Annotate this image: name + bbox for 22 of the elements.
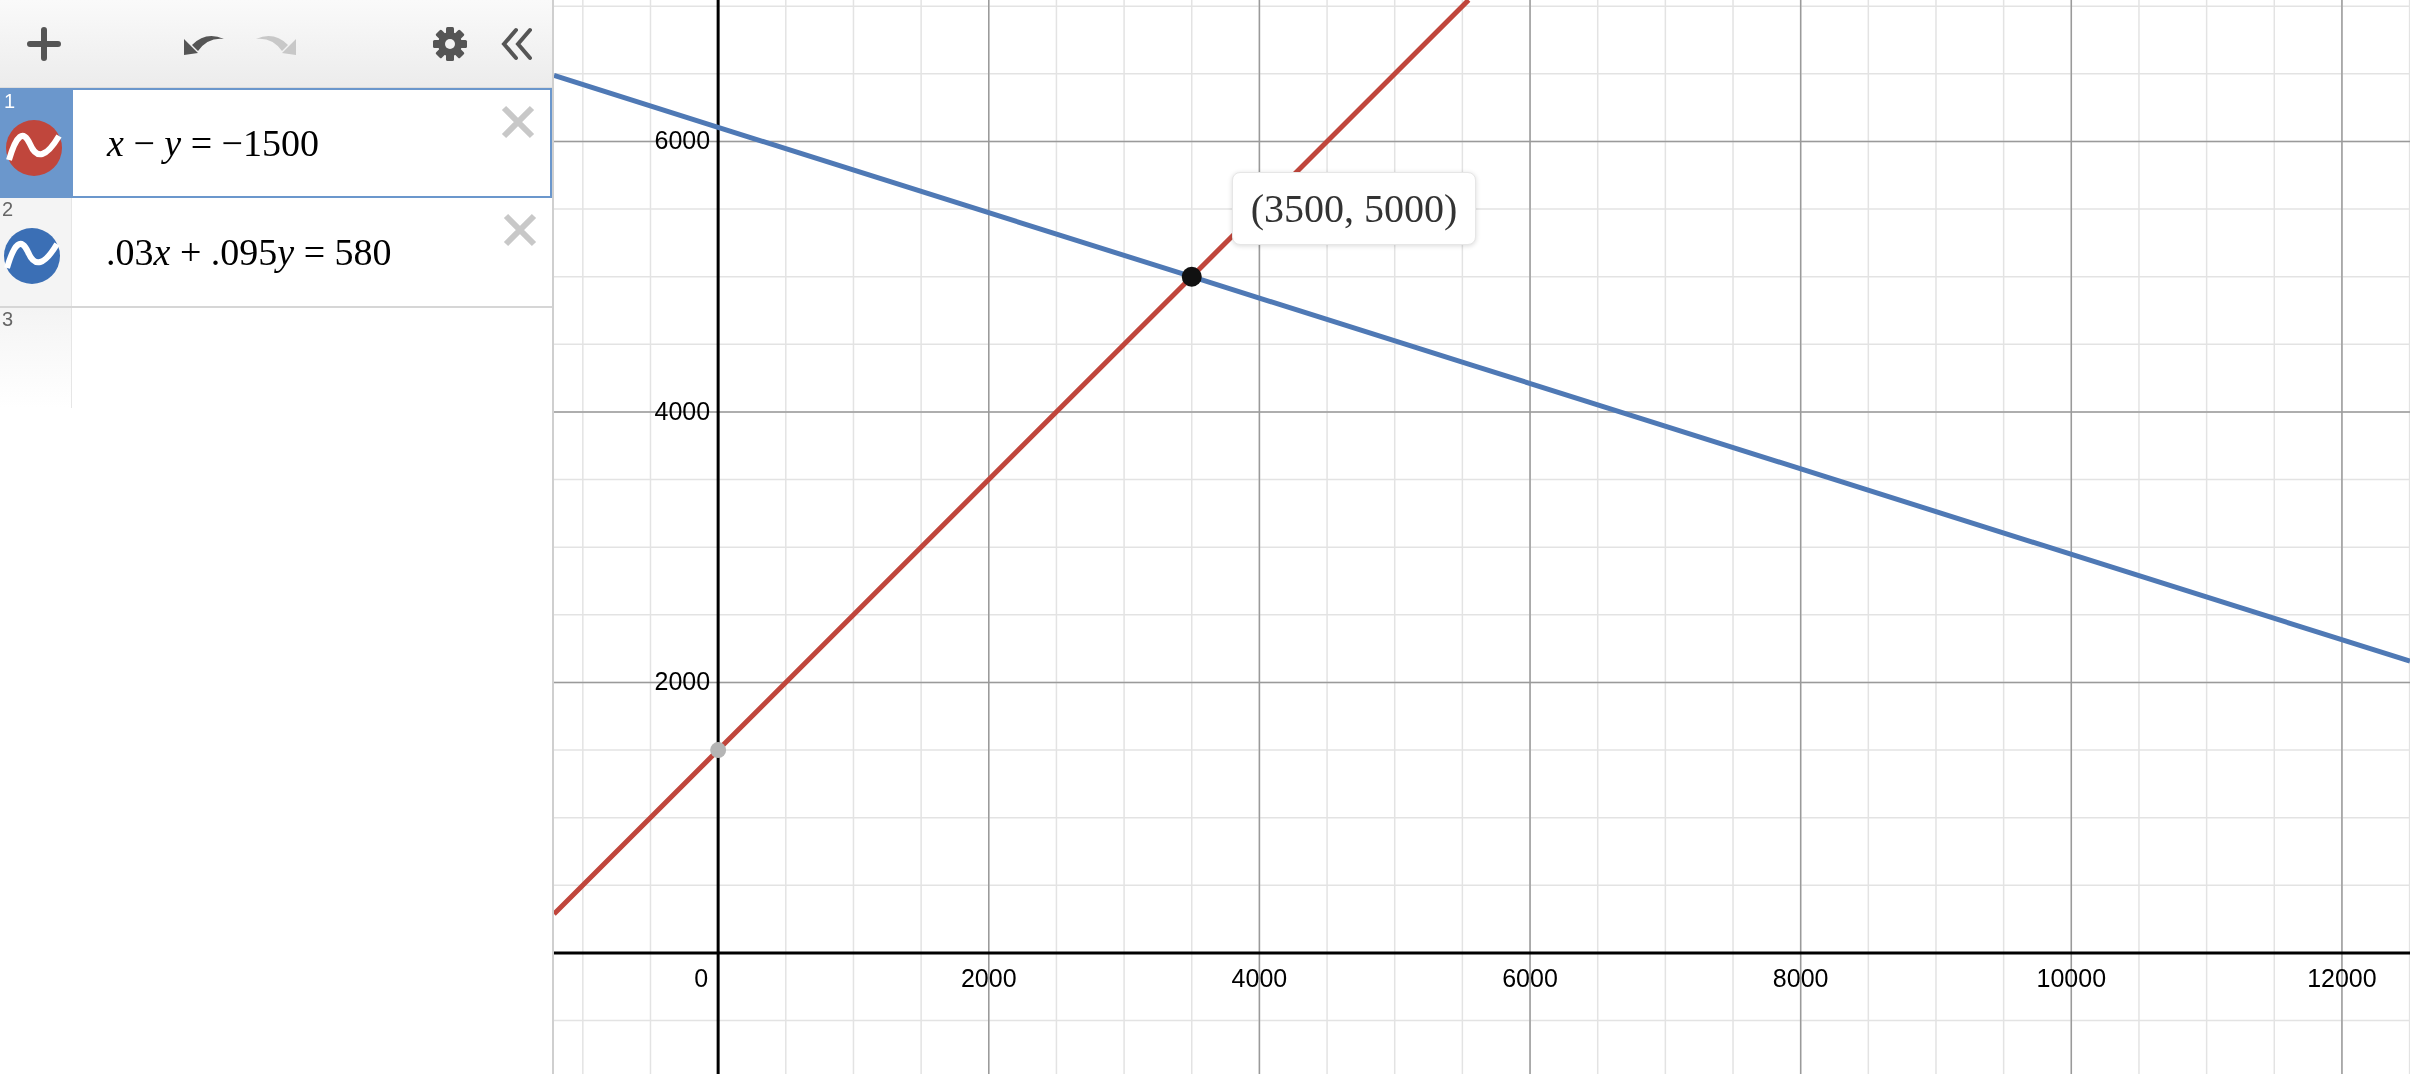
- tick-label: 12000: [2307, 963, 2377, 992]
- tick-label: 6000: [1502, 963, 1558, 992]
- expression-row[interactable]: 1 x − y = −1500: [0, 88, 552, 198]
- tick-label: 2000: [960, 963, 1017, 992]
- line-number: 3: [2, 308, 14, 331]
- graph-style-icon[interactable]: [6, 120, 62, 176]
- tick-label: 6000: [654, 126, 711, 155]
- coordinate-label: (3500, 5000): [1231, 171, 1477, 245]
- intersection-point[interactable]: [1181, 266, 1202, 287]
- line-number: 1: [4, 90, 16, 113]
- tick-label: 4000: [654, 396, 711, 425]
- origin-label: 0: [694, 963, 709, 992]
- intercept-point[interactable]: [710, 742, 727, 759]
- tick-label: 10000: [2036, 963, 2107, 992]
- graph-style-icon[interactable]: [4, 228, 60, 284]
- tick-label: 4000: [1231, 963, 1288, 992]
- tick-label: 8000: [1772, 963, 1829, 992]
- expression-text: x − y = −1500: [107, 121, 320, 165]
- tick-label: 2000: [654, 667, 711, 696]
- line-number: 2: [2, 198, 14, 221]
- expression-text: .03x + .095y = 580: [106, 230, 392, 274]
- expression-row[interactable]: 2 .03x + .095y = 580: [0, 198, 552, 308]
